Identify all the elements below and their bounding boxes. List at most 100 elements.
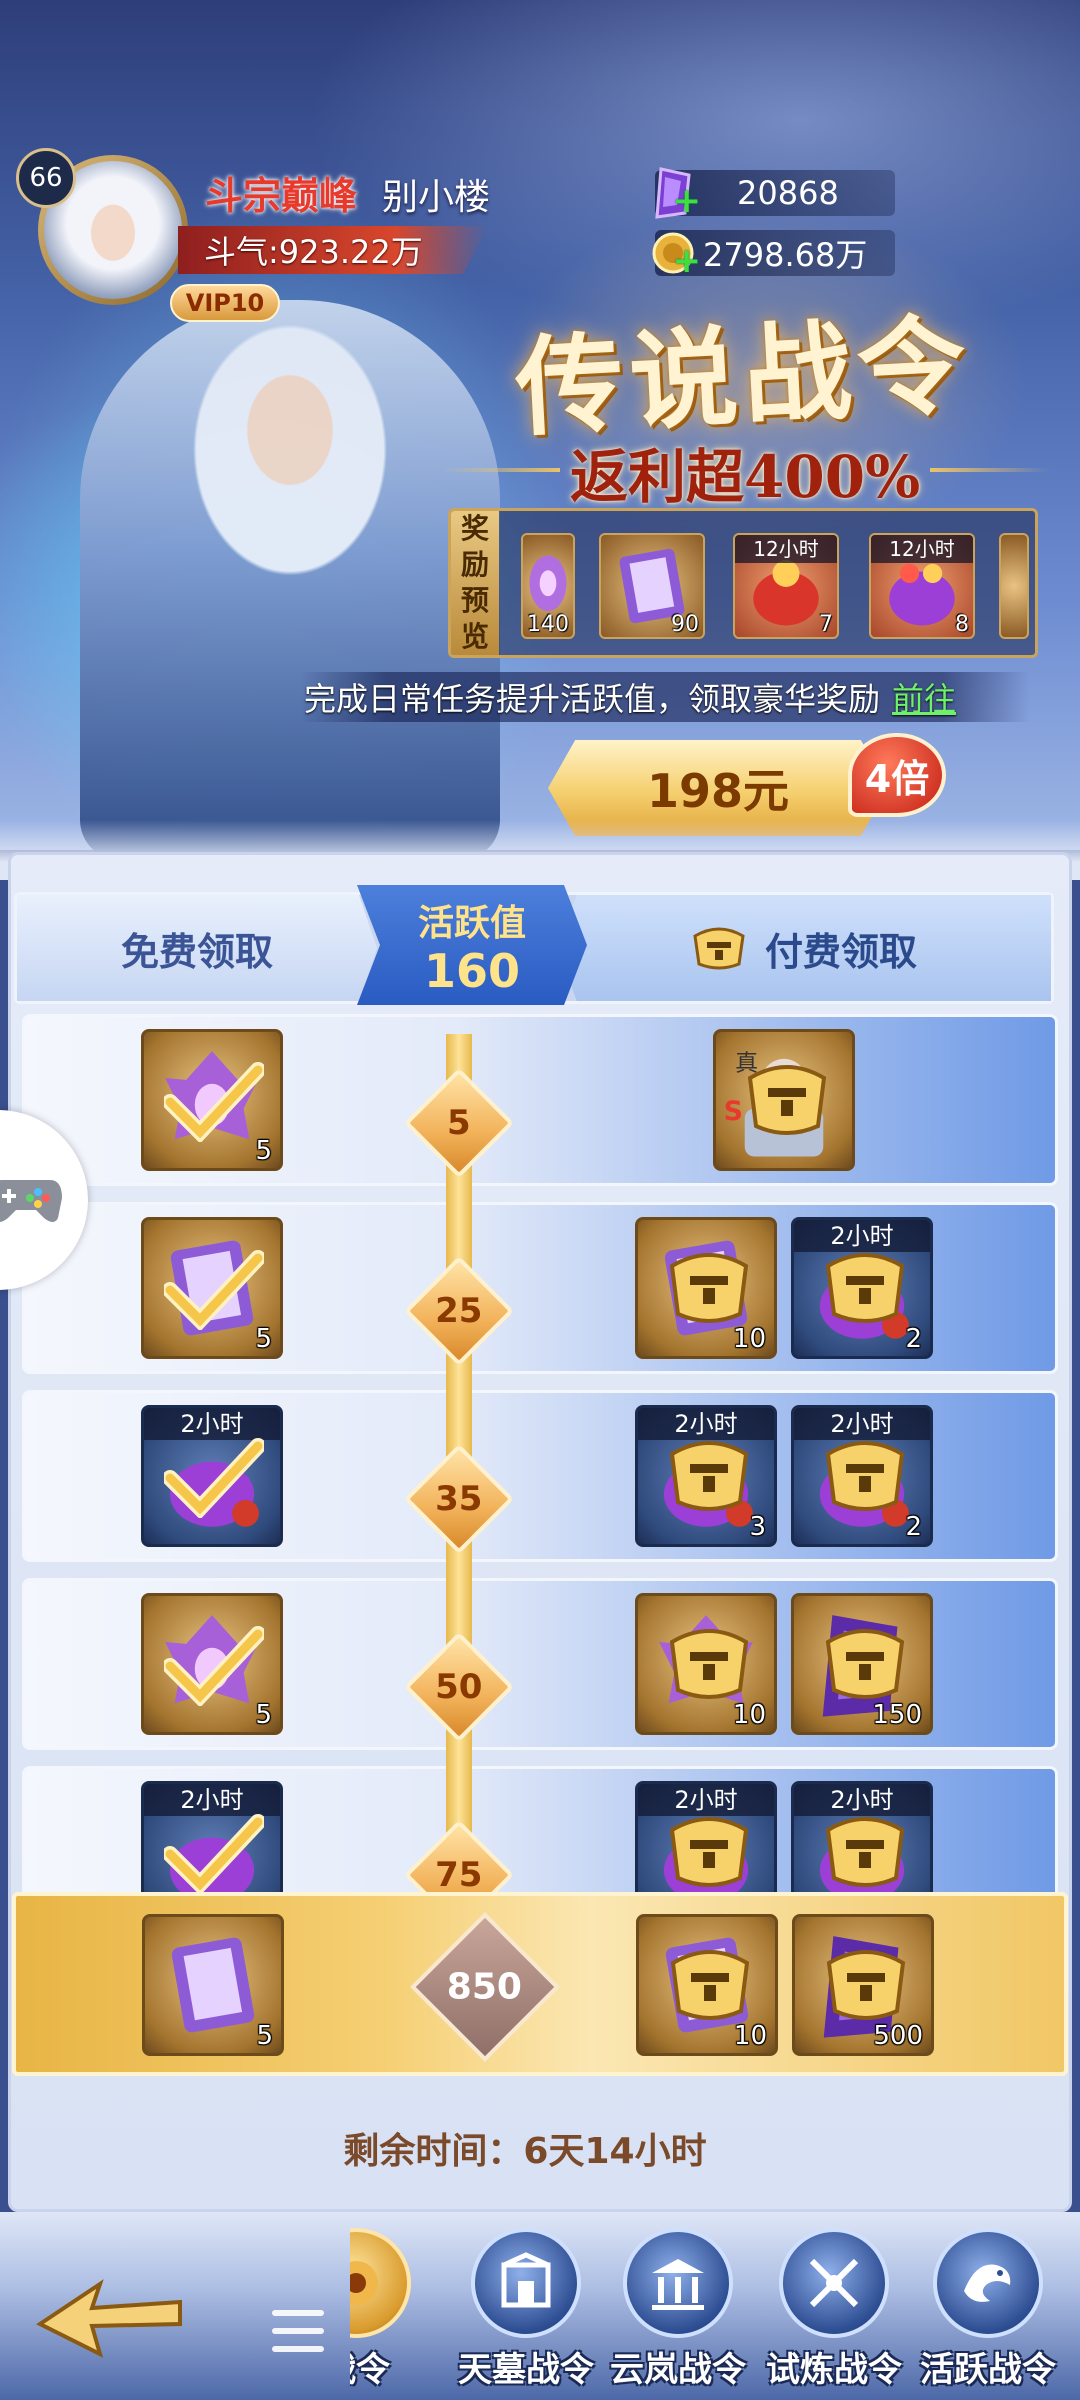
purple-crystal-icon[interactable]: +: [647, 167, 701, 221]
legend-pass-icon: [350, 2228, 411, 2338]
item-duration-tag: 2小时: [794, 1408, 930, 1440]
paid-reward-item[interactable]: 2小时 3: [635, 1405, 777, 1547]
preview-item-count: 140: [527, 612, 569, 637]
lock-icon: [747, 1065, 827, 1135]
item-count: 2: [905, 1512, 922, 1542]
item-duration-tag: 2小时: [638, 1784, 774, 1816]
lock-icon: [825, 1253, 905, 1323]
gamepad-icon: [0, 1180, 62, 1222]
nav-item-tomb-pass[interactable]: 天墓战令: [456, 2228, 596, 2398]
tomb-gate-icon: [471, 2228, 581, 2338]
gold-coin-icon[interactable]: +: [647, 227, 701, 281]
free-reward-item[interactable]: 5: [141, 1217, 283, 1359]
paid-reward-item[interactable]: 2小时: [791, 1781, 933, 1894]
paid-reward-item[interactable]: 2小时 2: [791, 1405, 933, 1547]
item-duration-tag: 2小时: [144, 1784, 280, 1816]
preview-item-red-bag[interactable]: 12小时 7: [733, 533, 839, 639]
reward-tab-header: 免费领取 付费领取 活跃值 160: [14, 885, 1054, 1005]
player-name: 别小楼: [382, 177, 491, 218]
paid-reward-item[interactable]: 真S: [713, 1029, 855, 1171]
free-reward-item[interactable]: 2小时: [141, 1781, 283, 1894]
nav-item-activity-pass[interactable]: 活跃战令: [918, 2228, 1058, 2398]
lock-icon: [669, 1441, 749, 1511]
paid-reward-item[interactable]: 10: [635, 1217, 777, 1359]
item-count: 10: [733, 2021, 767, 2051]
nav-item-trial-pass[interactable]: 试炼战令: [764, 2228, 904, 2398]
item-duration-tag: 2小时: [794, 1784, 930, 1816]
final-threshold-value: 850: [447, 1966, 523, 2008]
legend-pass-subtitle: 返利超400%: [570, 443, 921, 511]
player-power: 斗气:923.22万: [178, 226, 488, 274]
subtitle-ornament-left: [440, 468, 560, 472]
nav-label: 试炼战令: [766, 2350, 902, 2390]
crossed-swords-icon: [779, 2228, 889, 2338]
claimed-check-icon: [164, 1250, 264, 1330]
dragon-icon: [933, 2228, 1043, 2338]
reward-list[interactable]: 5 真S 5 10 2小时 2 2小时 2小时 3 2小时 2 5 10 150…: [22, 1014, 1058, 1894]
tab-free-label: 免费领取: [120, 929, 273, 974]
preview-item-purple-bag[interactable]: 12小时 8: [869, 533, 975, 639]
preview-item-count: 90: [671, 612, 699, 637]
reward-row: 5 10 2小时 2: [22, 1202, 1058, 1374]
item-count: 3: [749, 1512, 766, 1542]
nav-item-legend-pass[interactable]: 战令: [350, 2212, 438, 2400]
currency-crystal[interactable]: + 20868: [655, 167, 895, 221]
activity-label: 活跃值: [417, 903, 526, 944]
task-hint: 完成日常任务提升活跃值，领取豪华奖励 前往: [300, 672, 1030, 722]
activity-value-display: 活跃值 160: [357, 885, 587, 1005]
lock-icon: [693, 927, 745, 970]
free-reward-item[interactable]: 5: [141, 1029, 283, 1171]
preview-item-tag: 12小时: [871, 535, 973, 563]
currency-gold[interactable]: + 2798.68万: [652, 230, 895, 281]
lock-icon: [669, 1629, 749, 1699]
reward-row: 5 10 150: [22, 1578, 1058, 1750]
final-free-reward-item[interactable]: 5: [142, 1914, 284, 2056]
free-reward-item[interactable]: 5: [141, 1593, 283, 1735]
final-paid-reward-item[interactable]: 10: [636, 1914, 778, 2056]
paid-reward-item[interactable]: 2小时: [635, 1781, 777, 1894]
final-paid-reward-item[interactable]: 500: [792, 1914, 934, 2056]
preview-label-char: 预: [460, 584, 489, 617]
svg-text:S: S: [724, 1096, 743, 1127]
threshold-value: 35: [435, 1478, 483, 1519]
lock-icon: [669, 1817, 749, 1887]
paid-reward-item[interactable]: 150: [791, 1593, 933, 1735]
lock-icon: [825, 1817, 905, 1887]
task-goto-link[interactable]: 前往: [892, 674, 956, 720]
preview-item-partial[interactable]: [999, 533, 1029, 639]
nav-label: 天墓战令: [458, 2350, 594, 2390]
currency-gold-value: 2798.68万: [703, 236, 868, 274]
preview-item-book[interactable]: 90: [599, 533, 705, 639]
final-threshold-node: 850: [410, 1912, 560, 2062]
item-count: 500: [873, 2021, 923, 2051]
paid-reward-item[interactable]: 10: [635, 1593, 777, 1735]
paid-reward-item[interactable]: 2小时 2: [791, 1217, 933, 1359]
tab-paid-claim[interactable]: 付费领取: [557, 895, 1051, 1001]
threshold-value: 25: [435, 1290, 483, 1331]
activity-value: 160: [423, 944, 521, 998]
item-count: 10: [732, 1700, 766, 1730]
reward-preview[interactable]: 奖 励 预 览 140 90 12小时 7 12小时 8: [448, 508, 1038, 658]
reward-row: 2小时 2小时 3 2小时 2: [22, 1390, 1058, 1562]
back-arrow-icon[interactable]: [30, 2264, 190, 2364]
vip-badge[interactable]: VIP10: [170, 284, 280, 322]
menu-icon[interactable]: [272, 2310, 324, 2352]
remaining-time-text: 剩余时间：6天14小时: [343, 2131, 707, 2172]
preview-item-flower[interactable]: 140: [521, 533, 575, 639]
task-hint-text: 完成日常任务提升活跃值，领取豪华奖励: [304, 680, 881, 718]
item-count: 150: [872, 1700, 922, 1730]
preview-item-count: 8: [955, 612, 969, 637]
lock-icon: [669, 1253, 749, 1323]
item-count: 10: [732, 1324, 766, 1354]
free-reward-item[interactable]: 2小时: [141, 1405, 283, 1547]
item-count: 5: [255, 1324, 272, 1354]
nav-label: 云岚战令: [610, 2350, 746, 2390]
item-count: 5: [256, 2021, 273, 2051]
reward-row: 2小时 2小时 2小时: [22, 1766, 1058, 1894]
claimed-check-icon: [164, 1814, 264, 1894]
player-power-text: 斗气:923.22万: [204, 233, 423, 271]
lock-icon: [826, 1950, 906, 2020]
tab-free-claim[interactable]: 免费领取: [17, 895, 377, 1001]
preview-label-char: 奖: [460, 512, 489, 545]
nav-item-cloud-pass[interactable]: 云岚战令: [608, 2228, 748, 2398]
